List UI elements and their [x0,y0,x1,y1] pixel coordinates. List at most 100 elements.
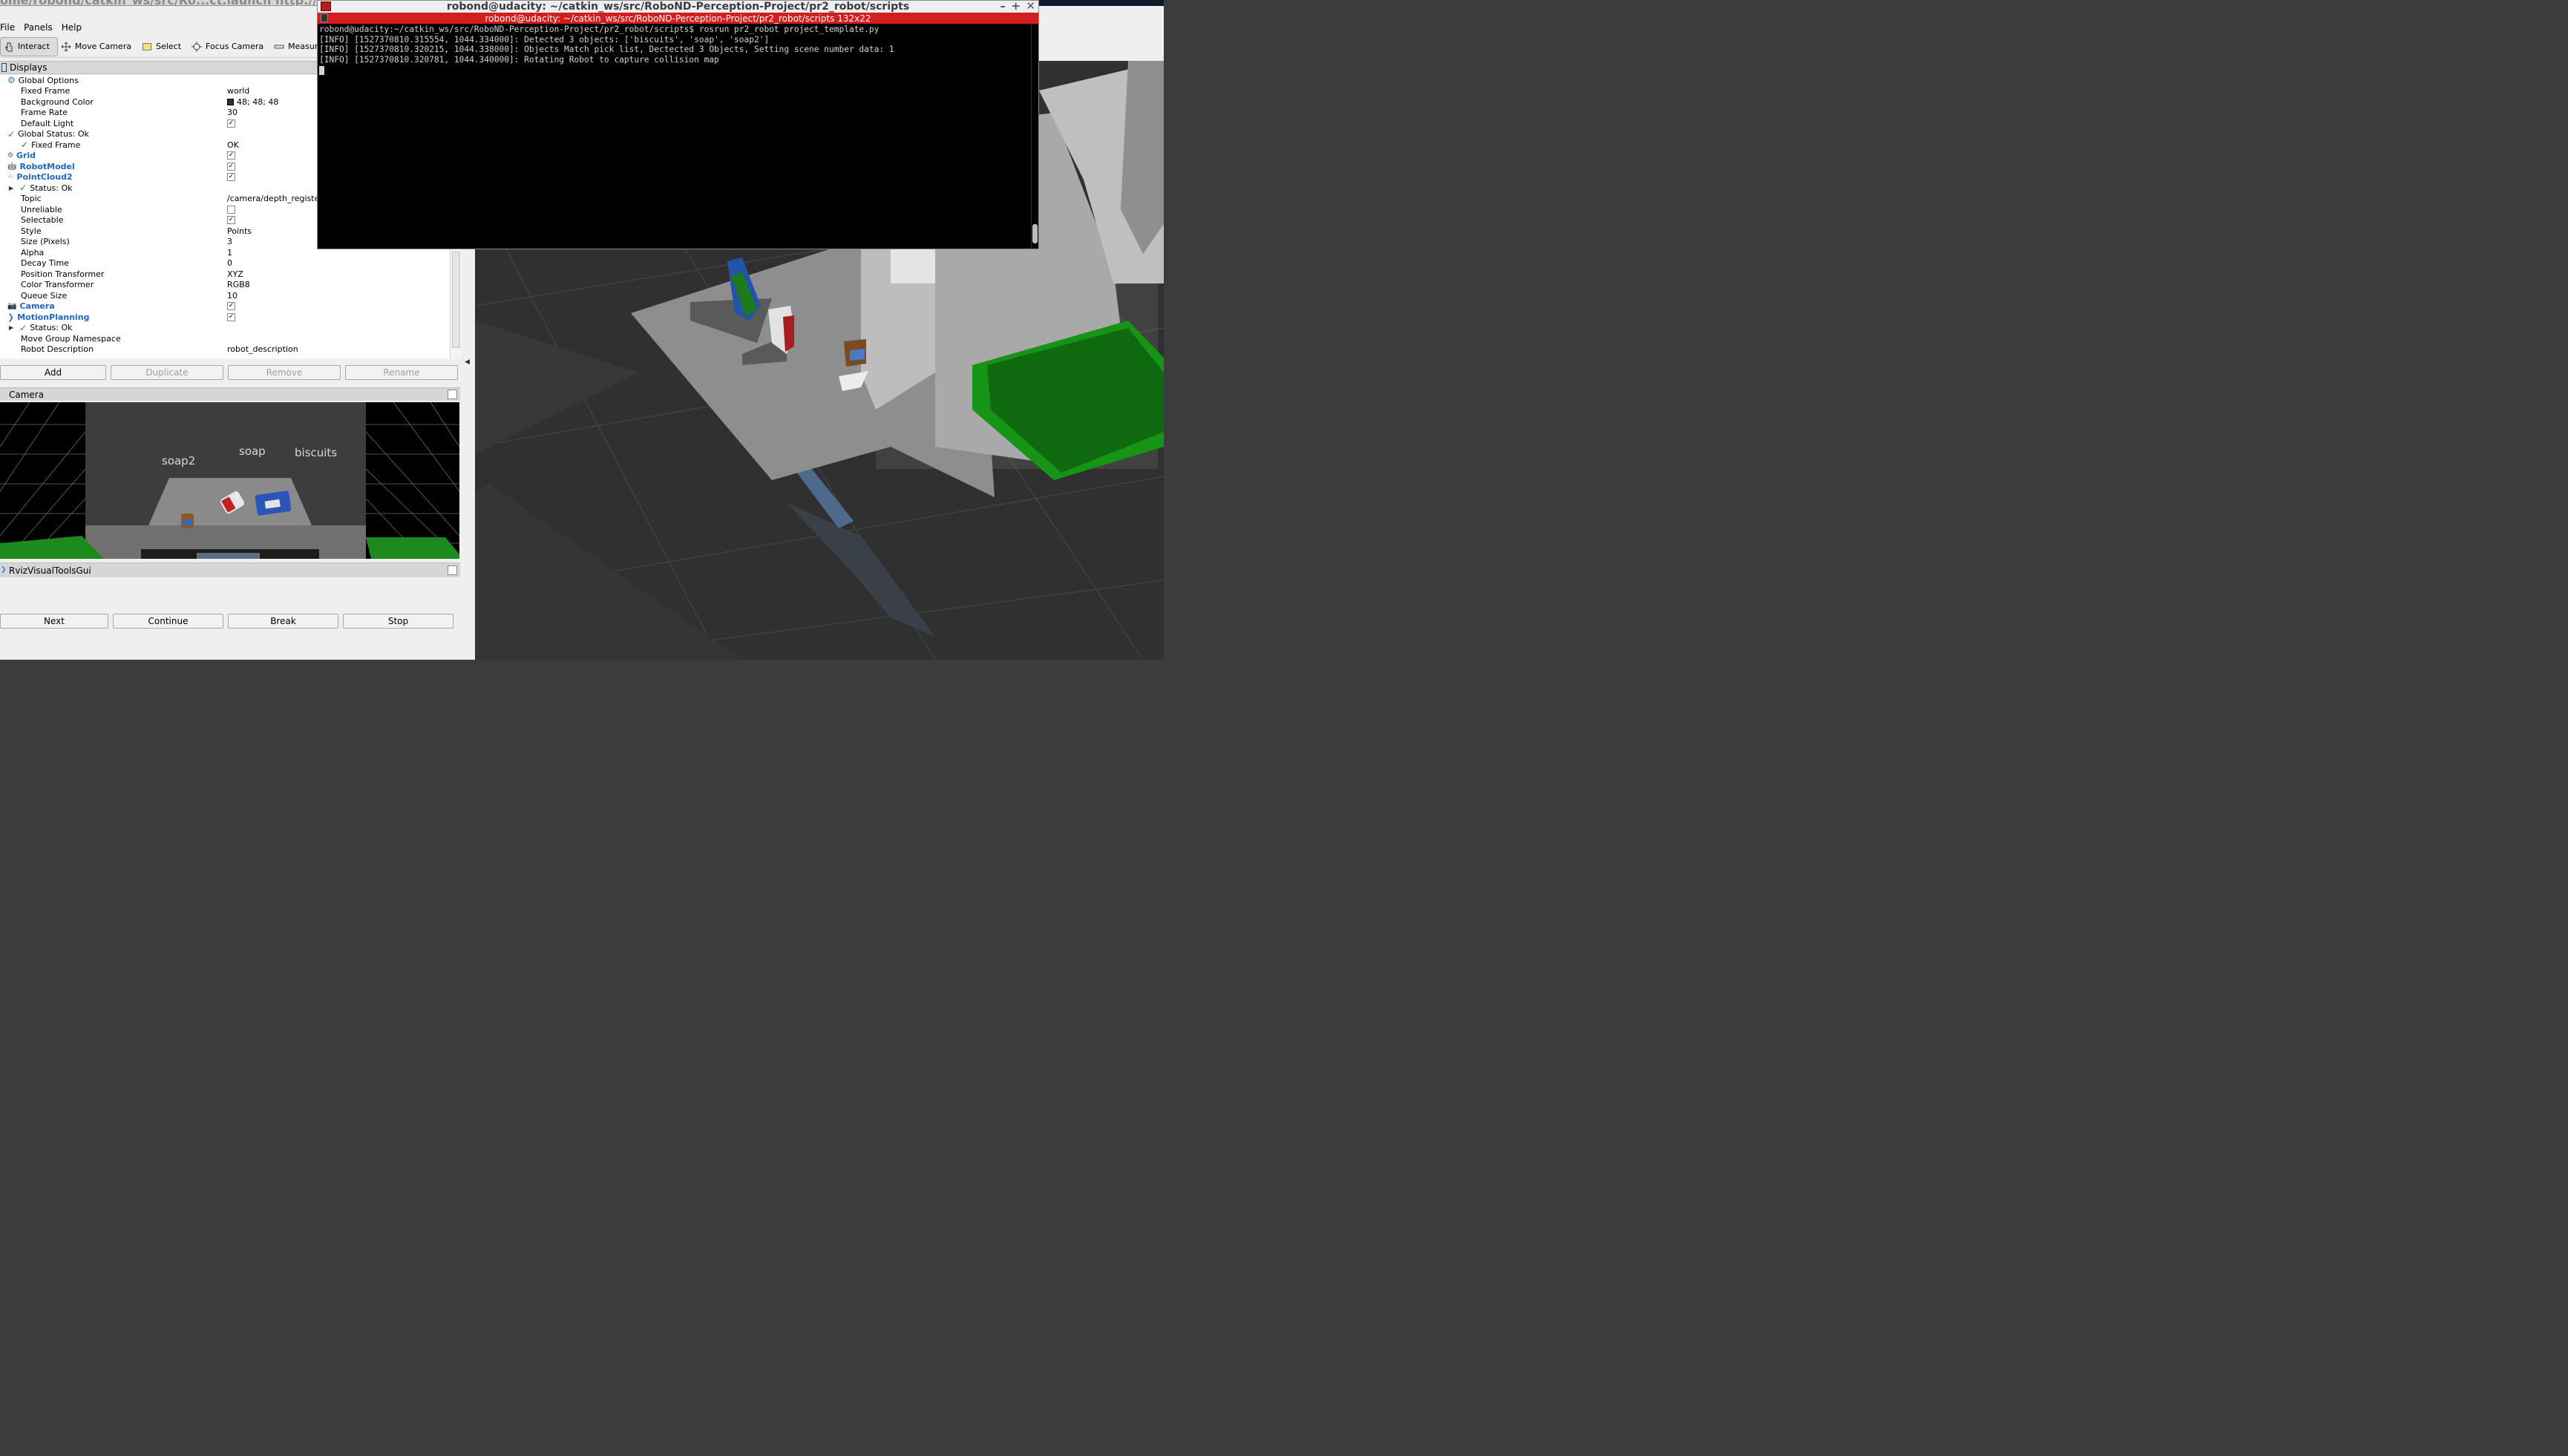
check-icon: ✓ [19,322,27,333]
expand-arrow-icon[interactable]: ▶ [9,185,13,191]
decay-time-value[interactable]: 0 [227,258,232,268]
panel-icon [1,63,7,72]
menu-file[interactable]: File [0,22,22,33]
row-label: Queue Size [21,290,68,301]
topic-value[interactable]: /camera/depth_registe [227,194,319,203]
interact-label: Interact [18,42,50,51]
focus-camera-tool-button[interactable]: Focus Camera [189,37,271,56]
robot-description-value[interactable]: robot_description [227,344,298,354]
maximize-icon[interactable]: + [1011,1,1021,13]
select-icon [143,42,152,50]
camera-icon: 📷 [7,302,17,311]
camera-panel-float-checkbox[interactable] [448,390,457,399]
terminal-window-title: robond@udacity: ~/catkin_ws/src/RoboND-P… [446,1,910,13]
menu-help[interactable]: Help [60,22,89,33]
terminal-output[interactable]: robond@udacity:~/catkin_ws/src/RoboND-Pe… [318,24,1030,249]
menu-panels[interactable]: Panels [22,22,60,33]
frame-rate-value[interactable]: 30 [227,108,238,117]
row-label: Position Transformer [21,269,105,279]
tree-row-color-transformer[interactable]: Color Transformer RGB8 [0,280,450,291]
rename-button[interactable]: Rename [345,365,458,380]
scrollbar-thumb[interactable] [452,252,460,348]
selectable-checkbox[interactable]: ✓ [227,216,235,225]
camera-checkbox[interactable]: ✓ [227,302,235,311]
terminal-line: [INFO] [1527370810.320215, 1044.338000]:… [319,45,894,55]
duplicate-button[interactable]: Duplicate [111,365,223,380]
rviz-visual-tools-float-checkbox[interactable] [448,565,457,575]
terminal-line: robond@udacity:~/catkin_ws/src/RoboND-Pe… [319,24,880,34]
unreliable-checkbox[interactable] [227,205,235,214]
close-icon[interactable]: ✕ [1026,1,1035,13]
add-button[interactable]: Add [0,365,106,380]
visual-tools-button-row: Next Continue Break Stop [0,614,453,629]
position-transformer-value[interactable]: XYZ [227,269,243,279]
move-camera-label: Move Camera [74,42,132,51]
row-label: RobotModel [19,161,75,171]
camera-view: soap2 soap biscuits [0,402,459,559]
select-tool-button[interactable]: Select [139,37,189,56]
alpha-value[interactable]: 1 [227,248,232,258]
select-label: Select [156,42,182,51]
color-swatch[interactable] [227,98,234,105]
camera-image [0,402,459,559]
row-label: Selectable [21,215,64,226]
terminal-title-bar: robond@udacity: ~/catkin_ws/src/RoboND-P… [318,1,1038,13]
default-light-checkbox[interactable]: ✓ [227,119,235,128]
queue-size-value[interactable]: 10 [227,291,238,301]
robot-icon: 🤖 [7,162,17,171]
background-color-value[interactable]: 48; 48; 48 [237,97,278,107]
tree-row-robot-description[interactable]: Robot Description robot_description [0,344,450,355]
motion-planning-icon: ❯ [7,312,15,322]
next-button[interactable]: Next [0,614,108,629]
terminal-scrollbar[interactable] [1031,24,1038,249]
row-label: Size (Pixels) [21,237,70,247]
break-button[interactable]: Break [228,614,338,629]
scrollbar-thumb[interactable] [1032,224,1038,243]
size-value[interactable]: 3 [227,237,232,246]
row-label: Move Group Namespace [21,333,121,344]
continue-button[interactable]: Continue [113,614,223,629]
interact-icon [5,42,13,51]
row-label: Background Color [21,96,94,107]
expand-arrow-icon[interactable]: ❯ [1,566,7,574]
row-label: Default Light [21,118,74,128]
move-camera-icon [61,42,71,51]
grid-checkbox[interactable]: ✓ [227,151,235,160]
check-icon: ✓ [7,128,16,140]
color-transformer-value[interactable]: RGB8 [227,280,250,289]
rviz-visual-tools-title: RvizVisualToolsGui [9,565,91,576]
terminal-tab-title[interactable]: robond@udacity: ~/catkin_ws/src/RoboND-P… [485,13,871,24]
check-icon: ✓ [19,183,27,194]
expand-arrow-icon[interactable]: ▶ [9,324,13,331]
object-label-soap2: soap2 [162,454,196,468]
row-label: Status: Ok [30,183,73,193]
focus-camera-icon [191,41,203,52]
tree-row-decay-time[interactable]: Decay Time 0 [0,258,450,269]
camera-panel-header: Camera [0,387,460,401]
style-value[interactable]: Points [227,226,252,236]
tree-row-queue-size[interactable]: Queue Size 10 [0,290,450,301]
tree-row-position-transformer[interactable]: Position Transformer XYZ [0,269,450,280]
fixed-frame-value[interactable]: world [227,86,249,96]
tree-row-motion-planning-status[interactable]: ▶ ✓ Status: Ok [0,323,450,334]
row-label: Fixed Frame [21,86,71,96]
row-label: Status: Ok [30,323,73,333]
remove-button[interactable]: Remove [228,365,341,380]
interact-tool-button[interactable]: Interact [0,36,58,56]
row-label: Topic [21,194,42,204]
robot-model-checkbox[interactable]: ✓ [227,162,235,171]
tree-row-move-group-namespace[interactable]: Move Group Namespace [0,333,450,344]
terminal-tab-bar: robond@udacity: ~/catkin_ws/src/RoboND-P… [318,13,1038,24]
minimize-icon[interactable]: – [1000,1,1006,13]
object-label-biscuits: biscuits [295,446,338,459]
collapse-arrow-icon[interactable]: ◀ [465,358,470,366]
move-camera-tool-button[interactable]: Move Camera [58,37,139,56]
row-label: Decay Time [21,258,69,269]
tree-row-motion-planning[interactable]: ❯ MotionPlanning ✓ [0,312,450,323]
row-label: PointCloud2 [16,172,73,183]
motion-planning-checkbox[interactable]: ✓ [227,312,235,321]
global-options-icon: ⚙ [7,75,16,86]
tree-row-camera[interactable]: 📷 Camera ✓ [0,301,450,312]
pointcloud2-checkbox[interactable]: ✓ [227,173,235,182]
stop-button[interactable]: Stop [343,614,453,629]
